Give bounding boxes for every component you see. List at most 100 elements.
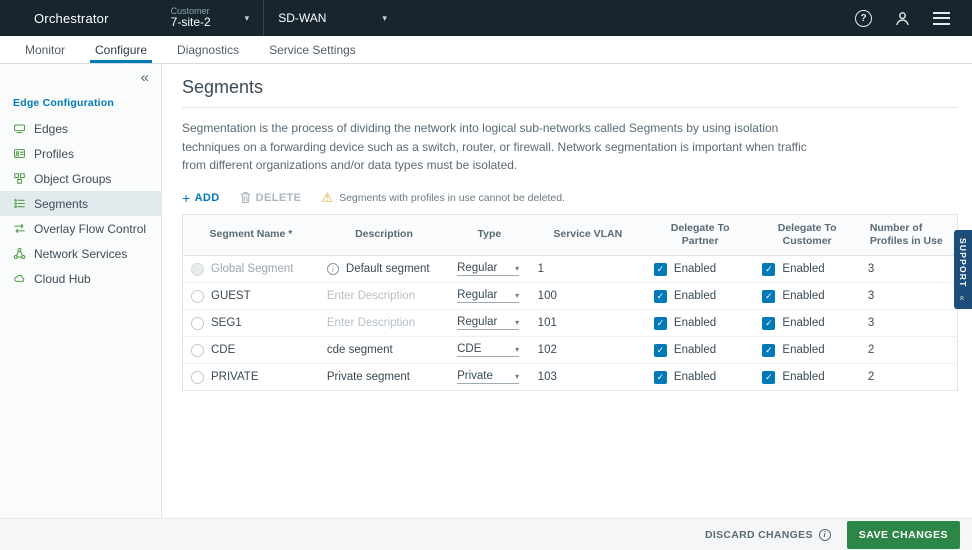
type-select[interactable]: Regular▾ (457, 289, 519, 303)
sidebar-item-label: Overlay Flow Control (34, 222, 146, 236)
table-toolbar: + ADD DELETE ⚠ Segments with profiles in… (182, 191, 958, 205)
row-select-radio[interactable] (191, 290, 204, 303)
segment-name: Global Segment (211, 263, 293, 275)
type-select[interactable]: Regular▾ (457, 262, 519, 276)
delegate-partner-checkbox[interactable] (654, 290, 667, 303)
segment-description: Default segment (346, 263, 430, 275)
profiles-in-use-value: 3 (860, 256, 958, 283)
menu-icon[interactable] (933, 12, 950, 25)
description-input[interactable]: Enter Description (327, 317, 415, 329)
table-row: CDE cde segment CDE▾ 102 Enabled Enabled… (183, 337, 958, 364)
trash-icon (240, 191, 251, 204)
description-input[interactable]: cde segment (327, 344, 393, 356)
chevron-down-icon: ▾ (245, 13, 250, 24)
sidebar-item-edges[interactable]: Edges (0, 116, 161, 141)
tab-configure[interactable]: Configure (80, 36, 162, 63)
sidebar-item-label: Segments (34, 197, 88, 211)
table-header-row: Segment Name * Description Type Service … (183, 214, 958, 255)
product-selector[interactable]: SD-WAN ▾ (264, 0, 401, 36)
row-select-radio[interactable] (191, 317, 204, 330)
delegate-customer-checkbox[interactable] (762, 317, 775, 330)
type-select[interactable]: CDE▾ (457, 343, 519, 357)
service-vlan-value[interactable]: 1 (530, 256, 646, 283)
sidebar-item-label: Object Groups (34, 172, 111, 186)
service-vlan-value[interactable]: 103 (530, 364, 646, 391)
sidebar-item-overlay-flow-control[interactable]: Overlay Flow Control (0, 216, 161, 241)
main-tab-bar: Monitor Configure Diagnostics Service Se… (0, 36, 972, 64)
profiles-in-use-value: 2 (860, 364, 958, 391)
segment-name: PRIVATE (211, 371, 259, 383)
table-row: Global Segment i Default segment Regular▾… (183, 256, 958, 283)
profiles-in-use-value: 3 (860, 310, 958, 337)
table-row: GUEST Enter Description Regular▾ 100 Ena… (183, 283, 958, 310)
col-segment-name: Segment Name * (183, 214, 319, 255)
profiles-in-use-value: 2 (860, 337, 958, 364)
tab-monitor[interactable]: Monitor (10, 36, 80, 63)
sidebar-item-cloud-hub[interactable]: Cloud Hub (0, 266, 161, 291)
col-service-vlan: Service VLAN (530, 214, 646, 255)
add-button[interactable]: + ADD (182, 191, 220, 205)
description-input[interactable]: Enter Description (327, 290, 415, 302)
top-bar: Orchestrator Customer 7-site-2 ▾ SD-WAN … (0, 0, 972, 36)
type-select[interactable]: Private▾ (457, 370, 519, 384)
sidebar-item-profiles[interactable]: Profiles (0, 141, 161, 166)
service-vlan-value[interactable]: 102 (530, 337, 646, 364)
delegate-partner-checkbox[interactable] (654, 263, 667, 276)
table-row: PRIVATE Private segment Private▾ 103 Ena… (183, 364, 958, 391)
delegate-customer-checkbox[interactable] (762, 263, 775, 276)
delegate-partner-checkbox[interactable] (654, 344, 667, 357)
sidebar-item-object-groups[interactable]: Object Groups (0, 166, 161, 191)
segment-name: CDE (211, 344, 235, 356)
delegate-customer-checkbox[interactable] (762, 344, 775, 357)
discard-changes-button[interactable]: DISCARD CHANGES i (705, 529, 831, 541)
sidebar-collapse-icon[interactable]: « (141, 70, 149, 85)
sidebar-section-label: Edge Configuration (0, 87, 161, 116)
row-select-radio[interactable] (191, 371, 204, 384)
sidebar-item-network-services[interactable]: Network Services (0, 241, 161, 266)
profiles-icon (13, 147, 26, 160)
chevron-down-icon: ▾ (382, 13, 387, 24)
info-icon: i (327, 263, 339, 275)
chevron-down-icon: ▾ (515, 318, 519, 327)
support-tab[interactable]: SUPPORT « (954, 230, 972, 309)
warning-icon: ⚠ (321, 191, 333, 204)
delegate-partner-checkbox[interactable] (654, 317, 667, 330)
segment-name: SEG1 (211, 317, 242, 329)
delegate-customer-checkbox[interactable] (762, 290, 775, 303)
profiles-in-use-value: 3 (860, 283, 958, 310)
service-vlan-value[interactable]: 100 (530, 283, 646, 310)
sidebar-item-label: Profiles (34, 147, 74, 161)
support-tab-label: SUPPORT (958, 238, 968, 288)
user-icon[interactable] (894, 10, 911, 27)
delete-button[interactable]: DELETE (240, 191, 302, 204)
title-divider (182, 107, 958, 108)
chevron-down-icon: ▾ (515, 264, 519, 273)
row-select-radio[interactable] (191, 344, 204, 357)
sidebar-item-label: Edges (34, 122, 68, 136)
plus-icon: + (182, 191, 191, 205)
warning-text: Segments with profiles in use cannot be … (339, 192, 565, 204)
cloud-hub-icon (13, 272, 26, 285)
service-vlan-value[interactable]: 101 (530, 310, 646, 337)
main-content: Segments Segmentation is the process of … (162, 64, 972, 518)
row-select-radio[interactable] (191, 263, 204, 276)
delegate-partner-checkbox[interactable] (654, 371, 667, 384)
type-select[interactable]: Regular▾ (457, 316, 519, 330)
tab-service-settings[interactable]: Service Settings (254, 36, 371, 63)
tab-diagnostics[interactable]: Diagnostics (162, 36, 254, 63)
customer-selector[interactable]: Customer 7-site-2 ▾ (157, 0, 264, 36)
table-row: SEG1 Enter Description Regular▾ 101 Enab… (183, 310, 958, 337)
help-icon[interactable]: ? (855, 10, 872, 27)
description-input[interactable]: Private segment (327, 371, 410, 383)
object-groups-icon (13, 172, 26, 185)
delegate-customer-checkbox[interactable] (762, 371, 775, 384)
overlay-flow-control-icon (13, 222, 26, 235)
segment-name: GUEST (211, 290, 251, 302)
network-services-icon (13, 247, 26, 260)
col-type: Type (449, 214, 530, 255)
col-description: Description (319, 214, 449, 255)
col-delegate-partner: Delegate To Partner (646, 214, 755, 255)
save-changes-button[interactable]: SAVE CHANGES (847, 521, 960, 549)
sidebar-item-segments[interactable]: Segments (0, 191, 161, 216)
sidebar-item-label: Cloud Hub (34, 272, 91, 286)
